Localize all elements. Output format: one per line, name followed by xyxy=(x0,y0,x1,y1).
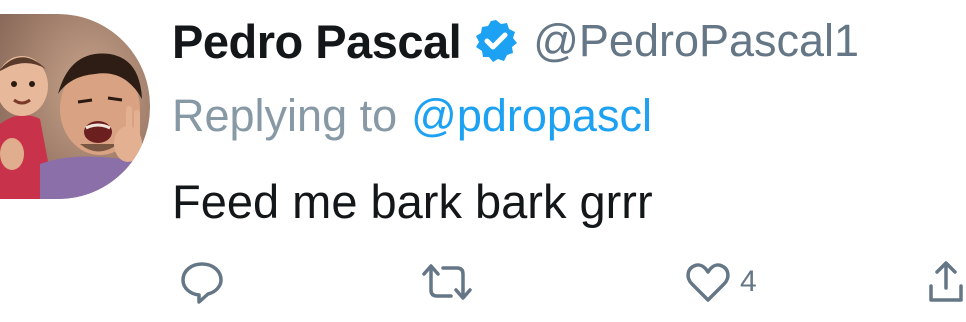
retweet-arrows-icon xyxy=(418,258,476,306)
user-handle[interactable]: @PedroPascal1 xyxy=(533,15,859,67)
reply-to-handle-link[interactable]: @pdropascl xyxy=(411,90,652,142)
reply-prefix: Replying to xyxy=(172,90,398,141)
verified-badge-icon xyxy=(473,18,519,64)
heart-icon xyxy=(684,258,732,306)
tweet-actions: 4 xyxy=(0,252,966,312)
like-button[interactable]: 4 xyxy=(684,252,757,312)
avatar[interactable] xyxy=(0,14,150,199)
retweet-button[interactable] xyxy=(418,252,476,312)
share-button[interactable] xyxy=(926,252,966,312)
reply-button[interactable] xyxy=(178,252,226,312)
share-upload-icon xyxy=(926,258,966,306)
like-count: 4 xyxy=(740,265,757,298)
tweet-header: Pedro Pascal @PedroPascal1 xyxy=(172,6,966,76)
tweet-text: Feed me bark bark grrr xyxy=(172,174,653,228)
display-name[interactable]: Pedro Pascal xyxy=(172,14,462,69)
replying-to: Replying to @pdropascl xyxy=(172,86,652,146)
speech-bubble-icon xyxy=(178,258,226,306)
avatar-photo xyxy=(0,14,150,199)
